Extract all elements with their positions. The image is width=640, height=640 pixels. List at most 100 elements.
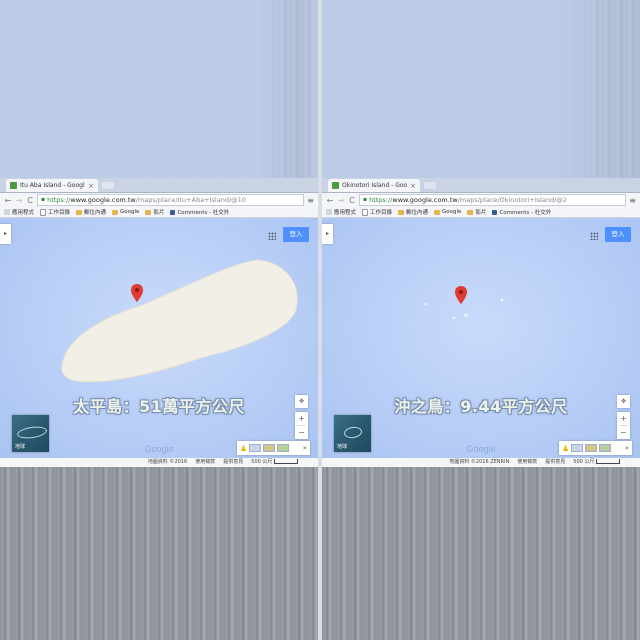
folder-icon: [145, 209, 152, 215]
layers-bar[interactable]: ♟ »: [237, 441, 310, 455]
bookmarks-bar: 應用程式 工作目錄 郵位內通 Google 影片 Comments - 社交外: [0, 207, 318, 218]
bookmark-comments[interactable]: Comments - 社交外: [492, 208, 551, 216]
folder-icon: [434, 209, 441, 215]
zoom-in-button[interactable]: +: [295, 412, 308, 425]
google-maps-favicon-icon: [332, 182, 339, 189]
earth-view-toggle[interactable]: 地球: [12, 415, 49, 452]
scale-label: 500 公尺: [251, 458, 298, 467]
tab-bar: Okinotori Island - Goog ×: [322, 178, 640, 193]
pegman-icon[interactable]: ♟: [240, 444, 247, 453]
apps-grid-icon: [4, 209, 10, 215]
facebook-icon: [492, 209, 498, 215]
zoom-in-button[interactable]: +: [617, 412, 630, 425]
bookmark-folder-1[interactable]: 郵位內通: [76, 208, 106, 216]
tab-close-icon[interactable]: ×: [410, 182, 416, 190]
address-bar[interactable]: ▪ https://www.google.com.tw/maps/place/O…: [359, 194, 627, 206]
reef-rock: [464, 313, 468, 317]
reload-icon[interactable]: C: [348, 196, 356, 205]
bookmark-apps[interactable]: 應用程式: [4, 208, 34, 216]
new-tab-button[interactable]: [102, 182, 114, 189]
bookmark-folder-1[interactable]: 郵位內通: [398, 208, 428, 216]
map-footer: 地圖資料 ©2016 使用條款 提供意見 500 公尺: [0, 458, 318, 467]
forward-icon[interactable]: →: [337, 196, 345, 205]
bookmarks-bar: 應用程式 工作目錄 郵位內通 Google 影片 Comments - 社交外: [322, 207, 640, 218]
bookmark-apps[interactable]: 應用程式: [326, 208, 356, 216]
terms-link[interactable]: 使用條款: [517, 458, 537, 467]
layer-thumb-map[interactable]: [571, 444, 584, 452]
signin-button[interactable]: 登入: [283, 227, 309, 242]
area-caption: 沖之鳥：9.44平方公尺: [394, 397, 568, 416]
forward-icon[interactable]: →: [15, 196, 23, 205]
collapse-panel-button[interactable]: ▸: [0, 224, 11, 244]
earth-label: 地球: [15, 444, 26, 450]
reload-icon[interactable]: C: [26, 196, 34, 205]
bookmark-comments[interactable]: Comments - 社交外: [170, 208, 229, 216]
layer-thumb-satellite[interactable]: [277, 444, 290, 452]
browser-window-itu-aba: Itu Aba Island - Google × ← → C ▪ https:…: [0, 178, 318, 467]
back-icon[interactable]: ←: [326, 196, 334, 205]
map-attribution: 地圖資料 ©2016 ZENRIN 使用條款 提供意見 500 公尺: [322, 458, 640, 467]
page-icon: [40, 208, 47, 216]
google-maps-favicon-icon: [10, 182, 17, 189]
address-bar[interactable]: ▪ https://www.google.com.tw/maps/place/I…: [37, 194, 305, 206]
layer-thumb-terrain[interactable]: [263, 444, 276, 452]
map-attribution: 地圖資料 ©2016 使用條款 提供意見 500 公尺: [0, 458, 318, 467]
layer-thumb-satellite[interactable]: [599, 444, 612, 452]
collapse-panel-button[interactable]: ▸: [322, 224, 333, 244]
compass-icon[interactable]: ✥: [617, 395, 630, 408]
bookmark-work[interactable]: 工作目錄: [40, 208, 70, 216]
apps-grid-icon: [326, 209, 332, 215]
menu-icon[interactable]: ≡: [629, 196, 636, 205]
earth-view-toggle[interactable]: 地球: [334, 415, 371, 452]
browser-window-okinotori: Okinotori Island - Goog × ← → C ▪ https:…: [322, 178, 640, 467]
folder-icon: [112, 209, 119, 215]
terms-link[interactable]: 使用條款: [195, 458, 215, 467]
scale-bar: [274, 459, 298, 464]
tab-itu-aba[interactable]: Itu Aba Island - Google ×: [6, 179, 98, 192]
zoom-control: + −: [295, 412, 308, 439]
location-marker-icon: [455, 286, 467, 304]
back-icon[interactable]: ←: [4, 196, 12, 205]
bookmark-videos[interactable]: 影片: [467, 208, 486, 216]
tab-bar: Itu Aba Island - Google ×: [0, 178, 318, 193]
new-tab-button[interactable]: [424, 182, 436, 189]
bookmark-work[interactable]: 工作目錄: [362, 208, 392, 216]
tab-close-icon[interactable]: ×: [88, 182, 94, 190]
scale-label: 500 公尺: [573, 458, 620, 467]
reef-rock: [500, 298, 504, 302]
zoom-control: + −: [617, 412, 630, 439]
earth-label: 地球: [337, 444, 348, 450]
map-canvas[interactable]: ▸ 登入 太平島：51萬平方公尺 地球 ✥ + − ♟ » Google: [0, 218, 318, 458]
zoom-out-button[interactable]: −: [295, 426, 308, 439]
tab-okinotori[interactable]: Okinotori Island - Goog ×: [328, 179, 420, 192]
map-canvas[interactable]: ▸ 登入 沖之鳥：9.44平方公尺 地球 ✥ + − ♟ » Google: [322, 218, 640, 458]
layer-thumb-map[interactable]: [249, 444, 262, 452]
lock-icon: ▪: [41, 196, 46, 203]
lock-icon: ▪: [363, 196, 368, 203]
layer-thumb-terrain[interactable]: [585, 444, 598, 452]
layers-bar[interactable]: ♟ »: [559, 441, 632, 455]
page-icon: [362, 208, 369, 216]
signin-button[interactable]: 登入: [605, 227, 631, 242]
zoom-out-button[interactable]: −: [617, 426, 630, 439]
folder-icon: [467, 209, 474, 215]
bookmark-google[interactable]: Google: [112, 209, 139, 215]
expand-icon[interactable]: »: [303, 444, 307, 452]
feedback-link[interactable]: 提供意見: [223, 458, 243, 467]
menu-icon[interactable]: ≡: [307, 196, 314, 205]
compass-icon[interactable]: ✥: [295, 395, 308, 408]
area-caption: 太平島：51萬平方公尺: [73, 397, 245, 416]
itu-aba-island: [61, 259, 298, 383]
google-logo: Google: [144, 444, 174, 454]
bookmark-videos[interactable]: 影片: [145, 208, 164, 216]
bookmark-google[interactable]: Google: [434, 209, 461, 215]
apps-grid-icon[interactable]: [590, 232, 598, 240]
feedback-link[interactable]: 提供意見: [545, 458, 565, 467]
pegman-icon[interactable]: ♟: [562, 444, 569, 453]
expand-icon[interactable]: »: [625, 444, 629, 452]
facebook-icon: [170, 209, 176, 215]
apps-grid-icon[interactable]: [268, 232, 276, 240]
scale-bar: [596, 459, 620, 464]
location-marker-icon: [131, 284, 143, 302]
folder-icon: [398, 209, 405, 215]
